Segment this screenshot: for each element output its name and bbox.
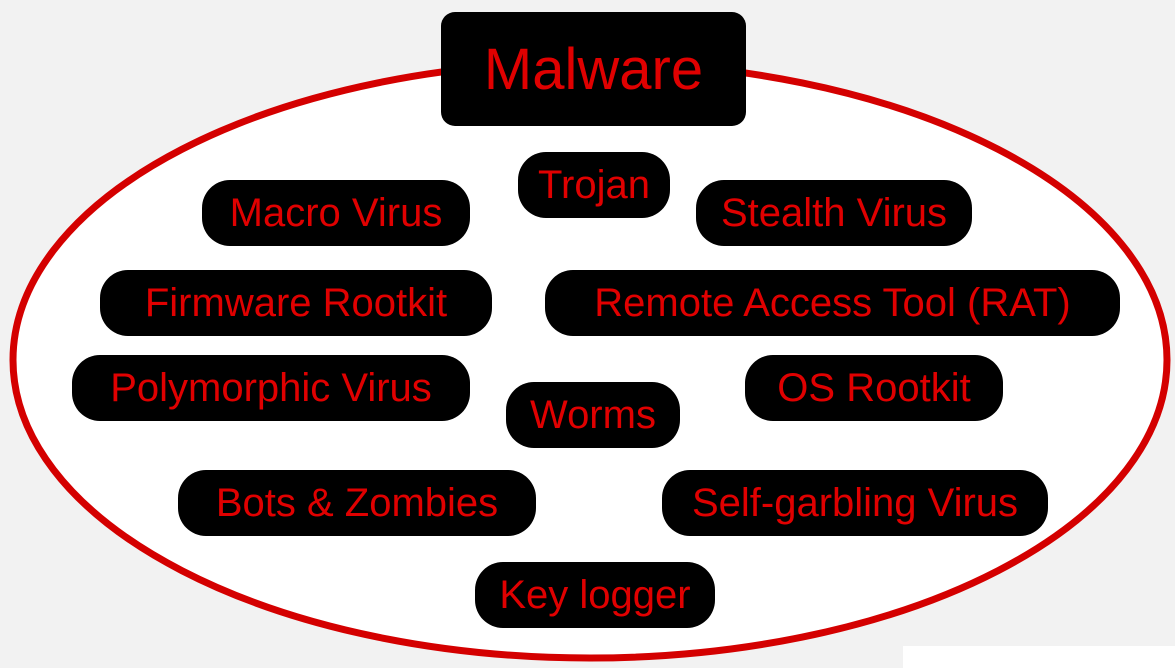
node-remote-access-tool: Remote Access Tool (RAT) xyxy=(545,270,1120,336)
node-os-rootkit: OS Rootkit xyxy=(745,355,1003,421)
node-self-garbling-virus: Self-garbling Virus xyxy=(662,470,1048,536)
node-bots-zombies: Bots & Zombies xyxy=(178,470,536,536)
node-polymorphic-virus: Polymorphic Virus xyxy=(72,355,470,421)
node-worms: Worms xyxy=(506,382,680,448)
node-stealth-virus: Stealth Virus xyxy=(696,180,972,246)
node-macro-virus: Macro Virus xyxy=(202,180,470,246)
node-trojan: Trojan xyxy=(518,152,670,218)
node-firmware-rootkit: Firmware Rootkit xyxy=(100,270,492,336)
bottom-right-corner-panel xyxy=(903,646,1175,668)
malware-title: Malware xyxy=(441,12,746,126)
node-key-logger: Key logger xyxy=(475,562,715,628)
